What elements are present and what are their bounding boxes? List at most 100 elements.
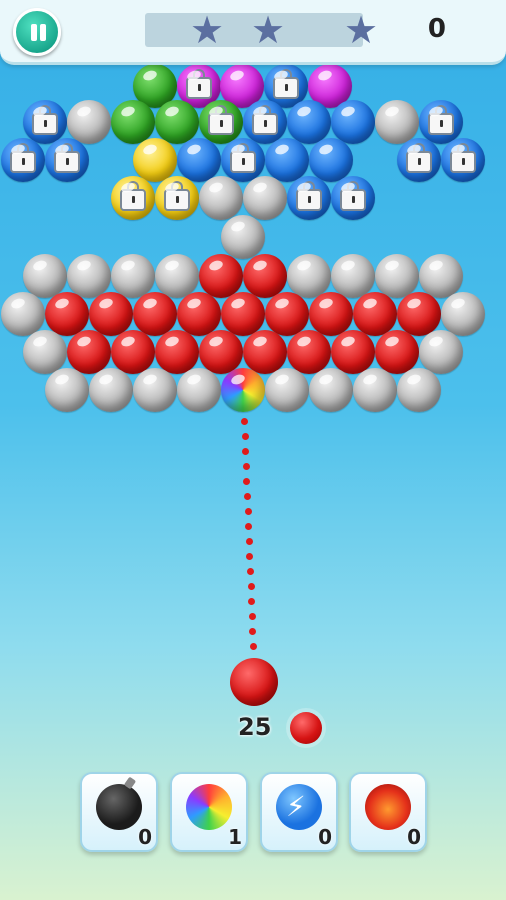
locked-bubble	[397, 138, 441, 182]
lock-icon	[406, 143, 432, 173]
bubble	[199, 176, 243, 220]
moves-remaining: 25	[238, 713, 272, 741]
bubble	[111, 254, 155, 298]
bubble	[45, 368, 89, 412]
bubble	[331, 330, 375, 374]
bubble	[177, 138, 221, 182]
bubble	[309, 292, 353, 336]
bubble	[419, 254, 463, 298]
rainbow-bubble	[221, 368, 265, 412]
pause-icon-bar	[40, 24, 46, 41]
bubble	[133, 368, 177, 412]
booster-count: 0	[318, 825, 332, 849]
locked-bubble	[45, 138, 89, 182]
locked-bubble	[111, 176, 155, 220]
bubble	[441, 292, 485, 336]
booster-rainbow-button[interactable]: 1	[170, 772, 248, 852]
bubble	[353, 368, 397, 412]
booster-fireball-button[interactable]: 0	[349, 772, 427, 852]
bubble	[155, 100, 199, 144]
bubble	[23, 254, 67, 298]
bubble	[419, 330, 463, 374]
locked-bubble	[331, 176, 375, 220]
aim-dot	[242, 463, 250, 470]
aim-dot	[243, 478, 251, 485]
bubble	[177, 368, 221, 412]
aim-dot	[242, 448, 250, 455]
lock-icon	[340, 181, 366, 211]
lock-icon	[164, 181, 190, 211]
bubble	[309, 138, 353, 182]
lock-icon	[296, 181, 322, 211]
bubble	[353, 292, 397, 336]
bubble	[111, 330, 155, 374]
bubble	[243, 254, 287, 298]
bubble	[23, 330, 67, 374]
booster-lightning-button[interactable]: 0	[260, 772, 338, 852]
locked-bubble	[155, 176, 199, 220]
bubble	[89, 368, 133, 412]
next-bubble-swap[interactable]	[290, 712, 322, 744]
locked-bubble	[243, 100, 287, 144]
top-hud-bar: ★ ★ ★ 0	[0, 0, 506, 65]
booster-count: 1	[228, 825, 242, 849]
bubble	[199, 330, 243, 374]
bubble	[375, 330, 419, 374]
bubble	[133, 138, 177, 182]
lock-icon	[120, 181, 146, 211]
locked-bubble	[419, 100, 463, 144]
lightning-ball-icon	[276, 784, 322, 830]
bubble	[221, 215, 265, 259]
bubble	[89, 292, 133, 336]
lock-icon	[273, 69, 299, 99]
locked-bubble	[221, 138, 265, 182]
locked-bubble	[23, 100, 67, 144]
aim-dot	[241, 433, 249, 440]
bubble	[331, 100, 375, 144]
aim-dot	[246, 553, 254, 560]
locked-bubble	[199, 100, 243, 144]
aim-dot	[244, 493, 251, 500]
bubble	[67, 254, 111, 298]
star-icon: ★	[190, 8, 225, 52]
aim-dot	[247, 568, 254, 575]
bubble	[265, 138, 309, 182]
lock-icon	[252, 105, 278, 135]
aim-dot	[241, 418, 248, 425]
lock-icon	[208, 105, 234, 135]
bubble	[111, 100, 155, 144]
bubble	[177, 292, 221, 336]
aim-dot	[249, 628, 257, 635]
bubble	[397, 368, 441, 412]
bubble	[397, 292, 441, 336]
bubble	[309, 368, 353, 412]
bubble	[67, 330, 111, 374]
pause-button[interactable]	[13, 8, 61, 56]
bubble	[199, 254, 243, 298]
bubble	[133, 292, 177, 336]
bubble	[155, 330, 199, 374]
fireball-icon	[365, 784, 411, 830]
bubble	[221, 292, 265, 336]
shooter-bubble[interactable]	[230, 658, 278, 706]
aim-dot	[244, 508, 252, 515]
aim-dot	[248, 613, 256, 620]
bomb-icon	[96, 784, 142, 830]
bubble	[375, 254, 419, 298]
booster-bomb-button[interactable]: 0	[80, 772, 158, 852]
score-value: 0	[427, 14, 446, 44]
star-icon: ★	[251, 8, 286, 52]
bubble	[1, 292, 45, 336]
lock-icon	[10, 143, 36, 173]
aim-dot	[250, 643, 257, 650]
lock-icon	[230, 143, 256, 173]
lock-icon	[54, 143, 80, 173]
bubble	[45, 292, 89, 336]
bubble	[243, 176, 287, 220]
bubble	[67, 100, 111, 144]
aim-dot	[245, 523, 253, 530]
aim-dot	[248, 598, 256, 605]
bubble	[331, 254, 375, 298]
lock-icon	[450, 143, 476, 173]
bubble	[287, 330, 331, 374]
